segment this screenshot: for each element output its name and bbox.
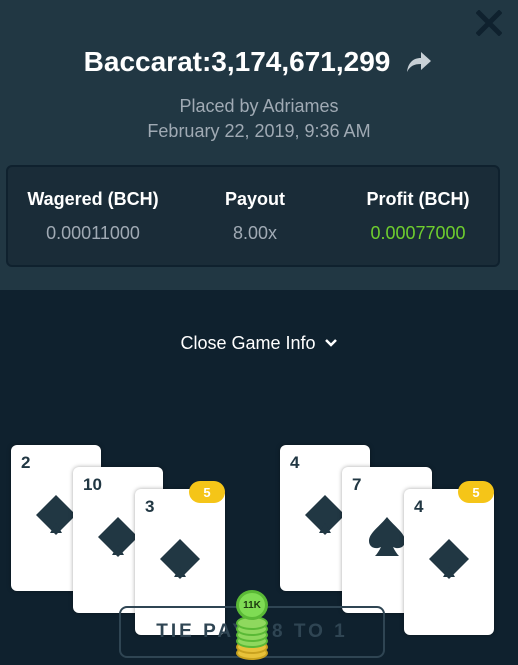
diamond-suit-icon	[36, 495, 76, 535]
close-button[interactable]	[474, 8, 504, 38]
payout-stat: Payout 8.00x	[170, 189, 340, 244]
title-row: Baccarat:3,174,671,299	[0, 42, 518, 82]
chip-value-badge: 11K	[236, 590, 268, 620]
page-title: Baccarat:3,174,671,299	[83, 46, 391, 77]
wagered-label: Wagered (BCH)	[27, 189, 159, 209]
diamond-suit-icon	[160, 539, 200, 579]
spade-suit-icon	[369, 517, 405, 556]
placed-by-text: Placed by Adriames	[179, 96, 339, 116]
stats-panel: Wagered (BCH) 0.00011000 Payout 8.00x Pr…	[6, 165, 500, 267]
card-rank: 4	[414, 497, 424, 516]
player-score-badge: 5	[189, 481, 225, 503]
card-rank: 3	[145, 497, 155, 516]
banker-card-3: 4	[404, 489, 494, 635]
bet-details-header: Baccarat:3,174,671,299 Placed by Adriame…	[0, 0, 518, 290]
card-rank: 4	[290, 453, 300, 472]
payout-label: Payout	[224, 189, 285, 209]
close-game-info-label: Close Game Info	[180, 332, 316, 353]
banker-score-badge: 5	[458, 481, 494, 503]
bet-date: February 22, 2019, 9:36 AM	[147, 121, 371, 141]
diamond-suit-icon	[98, 517, 138, 557]
card-rank: 2	[21, 453, 31, 472]
diamond-suit-icon	[429, 539, 469, 579]
wagered-value: 0.00011000	[46, 223, 140, 243]
chip-stack: 11K	[236, 590, 268, 660]
payout-value: 8.00x	[232, 223, 278, 243]
share-button[interactable]	[404, 47, 434, 77]
wagered-stat: Wagered (BCH) 0.00011000	[8, 189, 178, 244]
profit-label: Profit (BCH)	[366, 189, 470, 209]
profit-value: 0.00077000	[370, 223, 466, 243]
card-rank: 10	[83, 475, 102, 494]
chevron-down-icon	[324, 339, 337, 347]
diamond-suit-icon	[305, 495, 345, 535]
profit-stat: Profit (BCH) 0.00077000	[333, 189, 503, 244]
close-game-info-toggle[interactable]: Close Game Info	[0, 329, 518, 357]
card-rank: 7	[352, 475, 362, 494]
close-icon	[476, 10, 502, 36]
share-arrow-icon	[407, 52, 432, 72]
